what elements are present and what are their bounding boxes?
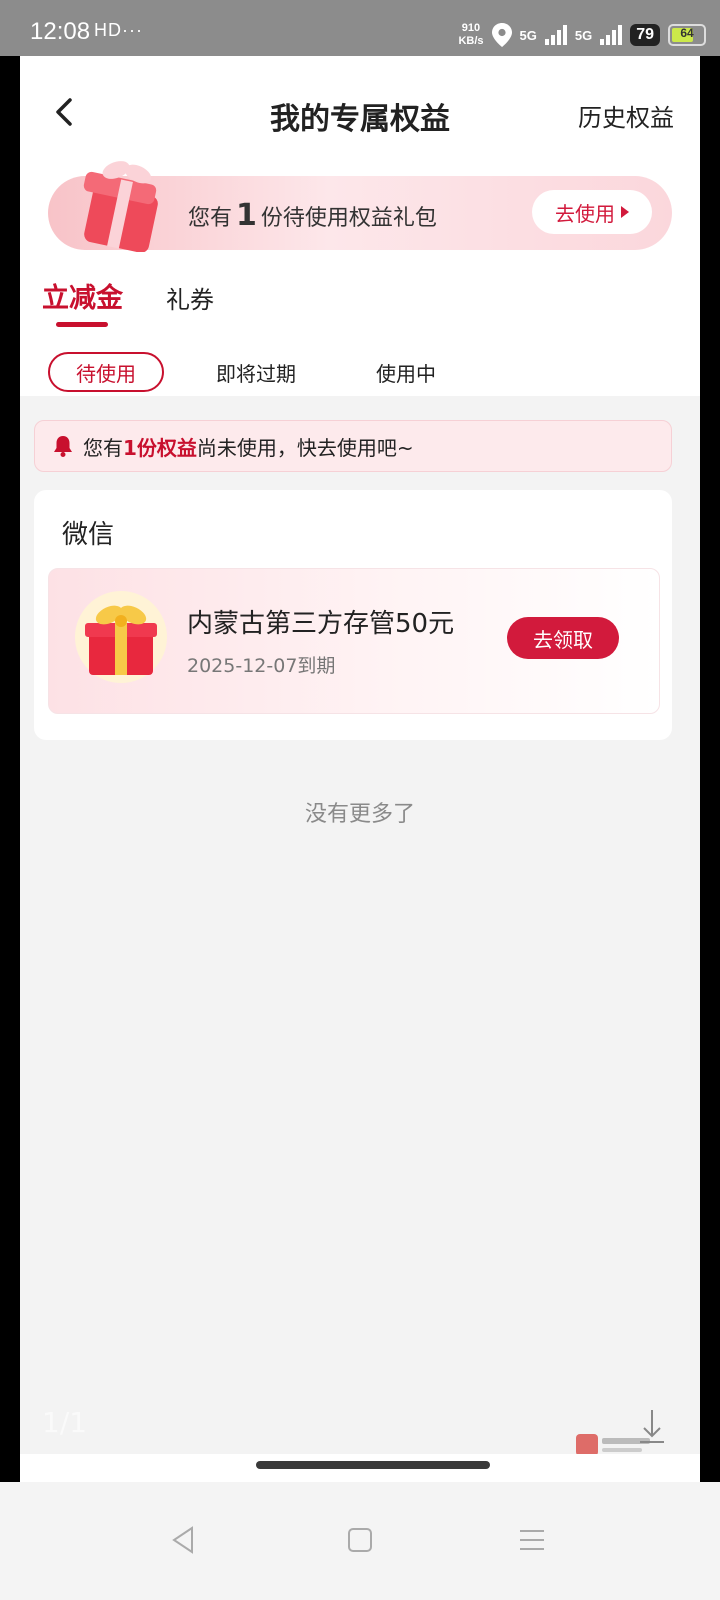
status-bar: 12:08 HD··· 910 KB/s 5G 5G 79 64	[0, 0, 720, 56]
tab-active-underline	[56, 322, 108, 327]
nav-menu-icon[interactable]	[514, 1522, 550, 1558]
banner-text: 您有 1 份待使用权益礼包	[188, 198, 437, 233]
history-benefits-link[interactable]: 历史权益	[578, 98, 674, 133]
section-title: 微信	[62, 520, 115, 550]
banner-suffix: 份待使用权益礼包	[260, 206, 437, 231]
notification-badge: 79	[630, 24, 660, 46]
notice-prefix: 您有	[83, 435, 123, 460]
battery-level: 64	[680, 26, 694, 40]
unused-benefit-notice: 您有1份权益尚未使用，快去使用吧~	[34, 420, 672, 472]
app-screen: 我的专属权益 历史权益 您有1份待使用权益礼包 去使用 立减金 礼券 待使用	[20, 56, 700, 1482]
nav-home-icon[interactable]	[342, 1522, 378, 1558]
coupon-item[interactable]: 内蒙古第三方存管50元 2025-12-07到期 去领取	[48, 568, 660, 714]
notice-suffix: 尚未使用，快去使用吧~	[196, 435, 414, 460]
coupon-name: 内蒙古第三方存管50元	[187, 609, 455, 639]
signal-bars-icon	[600, 25, 623, 45]
tab-bar: 立减金 礼券	[20, 266, 700, 327]
play-triangle-icon	[621, 206, 629, 218]
filter-to-use[interactable]: 待使用	[48, 352, 164, 392]
go-use-button[interactable]: 去使用	[532, 190, 652, 234]
signal-sim1-label: 5G	[519, 27, 537, 43]
header: 我的专属权益 历史权益	[20, 56, 700, 157]
page-indicator: 1/1	[42, 1406, 88, 1439]
filter-in-use[interactable]: 使用中	[348, 352, 464, 392]
status-left-extra: HD···	[94, 20, 143, 40]
notice-highlight: 1份权益	[123, 435, 197, 460]
banner-prefix: 您有	[188, 206, 233, 231]
tab-gift-coupon[interactable]: 礼券	[166, 280, 214, 315]
network-speed: 910 KB/s	[458, 22, 483, 48]
tab-instant-discount[interactable]: 立减金	[42, 276, 123, 315]
signal-bars-icon	[544, 25, 567, 45]
coupon-expire-date: 2025-12-07到期	[187, 655, 336, 677]
bell-icon	[54, 436, 72, 457]
go-use-label: 去使用	[555, 201, 615, 226]
signal-sim2-label: 5G	[574, 27, 593, 43]
no-more-text: 没有更多了	[304, 802, 415, 827]
banner-count: 1	[236, 198, 257, 233]
nav-back-icon[interactable]	[166, 1522, 202, 1558]
wechat-section-card: 微信 内蒙古第三方存管50元 2025-12-07到期 去领取	[34, 490, 672, 740]
network-speed-value: 910	[461, 22, 481, 34]
claim-button[interactable]: 去领取	[507, 617, 619, 659]
system-navigation-bar	[0, 1482, 720, 1600]
network-speed-unit: KB/s	[458, 35, 484, 47]
home-indicator[interactable]	[256, 1461, 490, 1469]
status-right-icons: 910 KB/s 5G 5G 79 64	[458, 22, 706, 48]
download-icon[interactable]	[632, 1406, 672, 1446]
filter-expiring-soon[interactable]: 即将过期	[198, 352, 314, 392]
location-icon	[491, 23, 512, 47]
notice-text: 您有1份权益尚未使用，快去使用吧~	[83, 432, 414, 461]
battery-icon: 64	[668, 24, 706, 46]
gift-box-icon	[83, 161, 158, 252]
gift-icon	[75, 591, 167, 683]
status-time: 12:08	[30, 18, 91, 45]
filter-chips: 待使用 即将过期 使用中	[20, 352, 700, 398]
